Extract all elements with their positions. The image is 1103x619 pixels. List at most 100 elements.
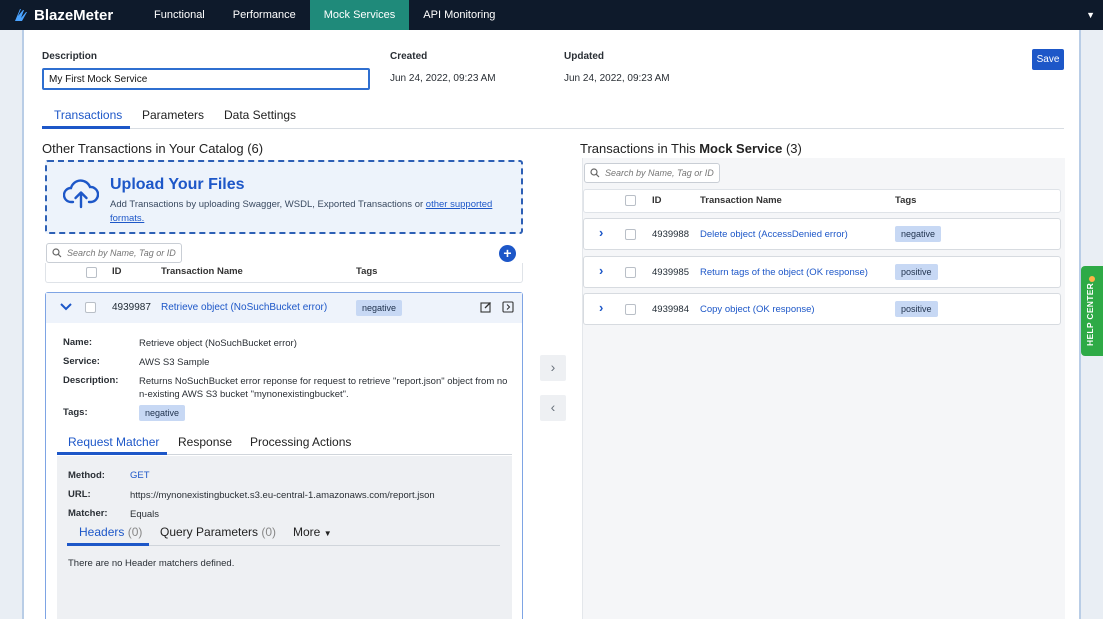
nav-tab-performance[interactable]: Performance xyxy=(219,0,310,30)
expanded-transaction: 4939987 Retrieve object (NoSuchBucket er… xyxy=(45,292,523,619)
col-transaction-name: Transaction Name xyxy=(700,195,782,206)
notification-dot-icon xyxy=(1089,276,1095,282)
matcher-tabs: Headers (0) Query Parameters (0) More ▼ xyxy=(67,522,500,546)
transaction-name-link[interactable]: Delete object (AccessDenied error) xyxy=(700,229,848,240)
mock-service-editor: Description Created Jun 24, 2022, 09:23 … xyxy=(22,30,1081,619)
updated-value: Jun 24, 2022, 09:23 AM xyxy=(564,73,670,84)
nav-tab-label: Performance xyxy=(232,9,296,21)
matcher-label: Matcher: xyxy=(68,508,108,519)
transaction-id: 4939987 xyxy=(112,302,151,313)
mock-table-header: ID Transaction Name Tags xyxy=(583,189,1061,213)
headers-tab-label: Headers xyxy=(79,525,125,539)
inner-tab-headers[interactable]: Headers (0) xyxy=(79,525,142,539)
cloud-upload-icon xyxy=(63,179,99,209)
inner-tab-more[interactable]: More ▼ xyxy=(293,525,332,539)
detail-name-value: Retrieve object (NoSuchBucket error) xyxy=(139,338,297,349)
app-logo[interactable]: BlazeMeter xyxy=(0,6,140,24)
tab-transactions[interactable]: Transactions xyxy=(54,108,122,122)
url-label: URL: xyxy=(68,489,91,500)
row-checkbox[interactable] xyxy=(625,304,636,315)
row-checkbox[interactable] xyxy=(625,267,636,278)
upload-description: Add Transactions by uploading Swagger, W… xyxy=(110,198,510,226)
open-details-icon[interactable] xyxy=(502,301,514,313)
nav-tab-label: Mock Services xyxy=(323,9,396,21)
col-transaction-name: Transaction Name xyxy=(161,266,243,277)
edit-icon[interactable] xyxy=(480,301,492,313)
catalog-title: Other Transactions in Your Catalog (6) xyxy=(42,141,264,156)
detail-service-label: Service: xyxy=(63,356,100,367)
chevron-down-icon[interactable] xyxy=(60,303,72,311)
active-tab-indicator xyxy=(42,126,130,129)
nav-tab-functional[interactable]: Functional xyxy=(140,0,219,30)
transaction-name-link[interactable]: Copy object (OK response) xyxy=(700,304,815,315)
table-row[interactable]: › 4939988 Delete object (AccessDenied er… xyxy=(583,218,1061,250)
url-value: https://mynonexistingbucket.s3.eu-centra… xyxy=(130,490,435,501)
detail-tags-label: Tags: xyxy=(63,407,88,418)
chevron-right-icon[interactable]: › xyxy=(599,263,603,278)
nav-tab-label: API Monitoring xyxy=(423,9,496,21)
transaction-name-link[interactable]: Return tags of the object (OK response) xyxy=(700,267,868,278)
user-menu-caret-icon[interactable]: ▼ xyxy=(1086,10,1095,20)
row-checkbox[interactable] xyxy=(85,302,96,313)
tag-badge: positive xyxy=(895,301,938,317)
chevron-right-icon[interactable]: › xyxy=(599,300,603,315)
request-matcher-panel: Method: GET URL: https://mynonexistingbu… xyxy=(57,456,512,619)
query-tab-label: Query Parameters xyxy=(160,525,259,539)
updated-label: Updated xyxy=(564,51,604,62)
tab-parameters[interactable]: Parameters xyxy=(142,108,204,122)
inner-tab-query-parameters[interactable]: Query Parameters (0) xyxy=(160,525,276,539)
active-inner-tab-indicator xyxy=(67,543,149,546)
tag-badge: positive xyxy=(895,264,938,280)
transaction-row[interactable]: 4939987 Retrieve object (NoSuchBucket er… xyxy=(46,293,522,323)
method-value: GET xyxy=(130,470,150,481)
top-nav: BlazeMeter Functional Performance Mock S… xyxy=(0,0,1103,30)
col-id: ID xyxy=(652,195,662,206)
tag-badge: negative xyxy=(356,300,403,316)
mock-title-prefix: Transactions in This xyxy=(580,141,700,156)
detail-description-label: Description: xyxy=(63,375,119,386)
col-id: ID xyxy=(112,266,122,277)
move-left-button[interactable]: ‹ xyxy=(540,395,566,421)
nav-tab-api-monitoring[interactable]: API Monitoring xyxy=(409,0,509,30)
search-icon xyxy=(52,248,62,258)
detail-name-label: Name: xyxy=(63,337,93,348)
main-tabs: Transactions Parameters Data Settings xyxy=(42,104,1064,129)
search-icon xyxy=(590,168,600,178)
table-row[interactable]: › 4939985 Return tags of the object (OK … xyxy=(583,256,1061,288)
more-tab-label: More xyxy=(293,525,321,539)
help-center-label: HELP CENTER xyxy=(1085,282,1095,346)
upload-title: Upload Your Files xyxy=(110,176,245,193)
catalog-search-input[interactable] xyxy=(46,243,182,263)
transaction-name-link[interactable]: Retrieve object (NoSuchBucket error) xyxy=(161,302,327,313)
chevron-right-icon: › xyxy=(550,359,556,375)
headers-count: (0) xyxy=(127,525,143,539)
description-input[interactable] xyxy=(42,68,370,90)
transaction-id: 4939988 xyxy=(652,229,689,240)
no-header-matchers-message: There are no Header matchers defined. xyxy=(68,558,235,569)
description-label: Description xyxy=(42,51,98,62)
help-center-tab[interactable]: HELP CENTER xyxy=(1081,266,1103,356)
created-value: Jun 24, 2022, 09:23 AM xyxy=(390,73,496,84)
save-button[interactable]: Save xyxy=(1032,49,1064,70)
upload-dropzone[interactable]: Upload Your Files Add Transactions by up… xyxy=(45,160,523,234)
chevron-right-icon[interactable]: › xyxy=(599,225,603,240)
nav-tab-mock-services[interactable]: Mock Services xyxy=(309,0,410,30)
subtab-processing-actions[interactable]: Processing Actions xyxy=(250,435,351,449)
table-row[interactable]: › 4939984 Copy object (OK response) posi… xyxy=(583,293,1061,325)
mock-title-bold: Mock Service xyxy=(699,141,783,156)
select-all-checkbox[interactable] xyxy=(625,195,636,206)
tag-badge: negative xyxy=(895,226,942,242)
move-right-button[interactable]: › xyxy=(540,355,566,381)
tab-data-settings[interactable]: Data Settings xyxy=(224,108,296,122)
row-checkbox[interactable] xyxy=(625,229,636,240)
active-subtab-indicator xyxy=(57,452,167,455)
method-label: Method: xyxy=(68,470,105,481)
add-transaction-button[interactable]: + xyxy=(499,245,516,262)
blazemeter-logo-icon xyxy=(15,9,27,21)
mock-search-input[interactable] xyxy=(584,163,720,183)
select-all-checkbox[interactable] xyxy=(86,267,97,278)
catalog-table-header: ID Transaction Name Tags xyxy=(45,263,523,283)
chevron-left-icon: ‹ xyxy=(550,399,556,415)
subtab-response[interactable]: Response xyxy=(178,435,232,449)
subtab-request-matcher[interactable]: Request Matcher xyxy=(68,435,159,449)
